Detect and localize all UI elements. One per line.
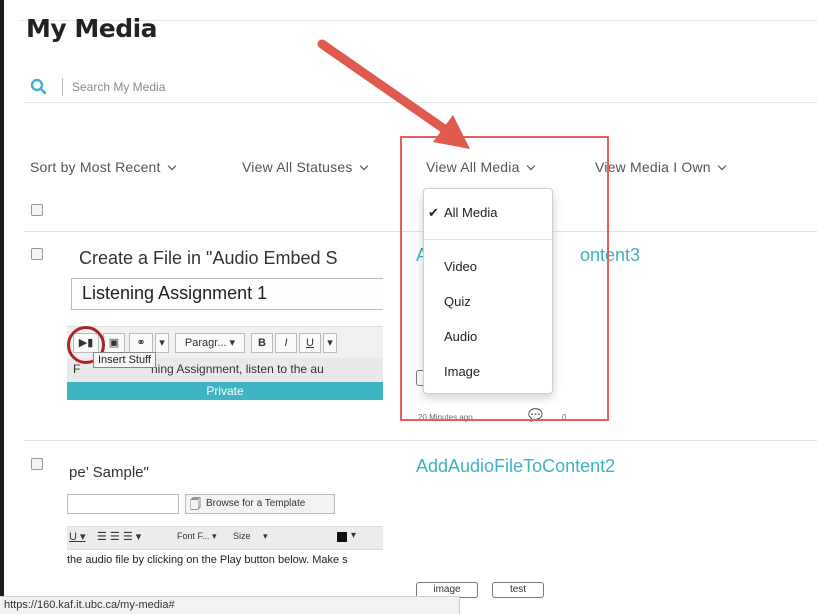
browser-status-bar: https://160.kaf.it.ubc.ca/my-media# xyxy=(0,596,460,614)
annotation-arrow-icon xyxy=(317,39,470,149)
